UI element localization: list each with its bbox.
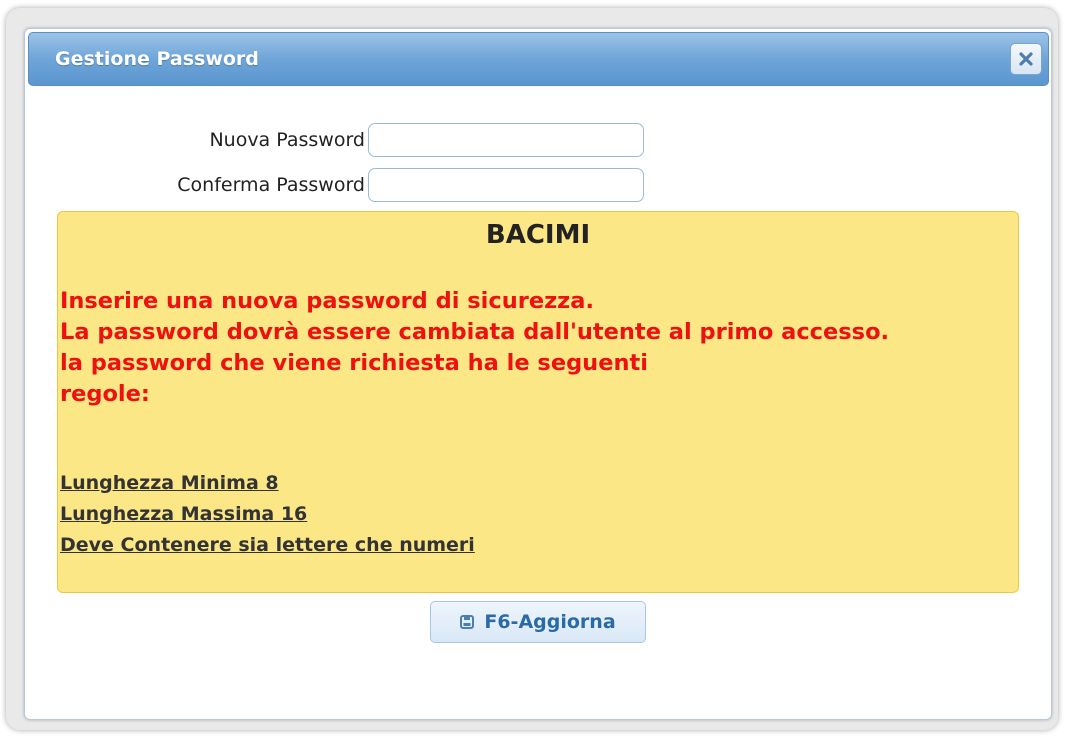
- notice-message-line: la password che viene richiesta ha le se…: [60, 350, 648, 376]
- password-dialog: Gestione Password Nuova Password Conferm…: [24, 28, 1052, 720]
- update-button-label: F6-Aggiorna: [484, 611, 616, 633]
- dialog-titlebar: Gestione Password: [28, 32, 1049, 86]
- update-button[interactable]: F6-Aggiorna: [430, 601, 646, 643]
- dialog-title: Gestione Password: [55, 48, 259, 70]
- notice-message-line: regole:: [60, 381, 150, 407]
- new-password-row: Nuova Password: [25, 123, 725, 157]
- confirm-password-row: Conferma Password: [25, 168, 725, 202]
- notice-message-line: Inserire una nuova password di sicurezza…: [60, 288, 595, 314]
- new-password-input[interactable]: [368, 123, 644, 157]
- confirm-password-label: Conferma Password: [177, 174, 365, 196]
- notice-title: BACIMI: [485, 220, 591, 250]
- notice-message: Inserire una nuova password di sicurezza…: [60, 286, 1020, 410]
- new-password-label: Nuova Password: [209, 129, 365, 151]
- rule-min-length: Lunghezza Minima 8: [60, 472, 279, 494]
- notice-message-line: La password dovrà essere cambiata dall'u…: [60, 319, 890, 345]
- save-icon: [460, 615, 475, 629]
- rule-max-length: Lunghezza Massima 16: [60, 503, 308, 525]
- confirm-password-input[interactable]: [368, 168, 644, 202]
- password-rules: Lunghezza Minima 8 Lunghezza Massima 16 …: [60, 468, 475, 561]
- password-notice: BACIMI Inserire una nuova password di si…: [57, 211, 1019, 593]
- close-button[interactable]: [1010, 43, 1042, 75]
- rule-letters-numbers: Deve Contenere sia lettere che numeri: [60, 534, 475, 556]
- close-icon: [1019, 52, 1033, 66]
